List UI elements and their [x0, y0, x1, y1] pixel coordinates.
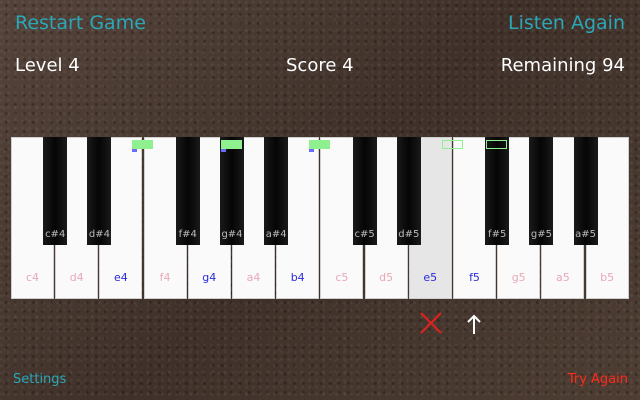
black-key-asharp5[interactable]: a#5 — [573, 137, 598, 245]
black-key-gsharp4[interactable]: g#4 — [220, 137, 244, 245]
key-label: b5 — [600, 271, 615, 284]
black-key-dsharp5[interactable]: d#5 — [396, 137, 421, 245]
key-label: a5 — [556, 271, 570, 284]
note-marker — [309, 140, 331, 149]
key-label: g4 — [202, 271, 217, 284]
key-label: e5 — [423, 271, 438, 284]
key-label: g#5 — [530, 229, 552, 240]
key-label: f4 — [159, 271, 171, 284]
level-label: Level 4 — [15, 55, 80, 76]
score-label: Score 4 — [286, 55, 354, 76]
remaining-label: Remaining 94 — [500, 55, 625, 76]
black-key-asharp4[interactable]: a#4 — [264, 137, 289, 245]
try-again-button[interactable]: Try Again — [568, 372, 628, 387]
key-label: d5 — [379, 271, 394, 284]
key-label: c5 — [335, 271, 349, 284]
black-key-dsharp4[interactable]: d#4 — [87, 137, 112, 245]
note-marker-dot — [220, 149, 226, 152]
key-label: g#4 — [221, 229, 243, 240]
key-label: e4 — [114, 271, 128, 284]
restart-game-button[interactable]: Restart Game — [15, 12, 146, 34]
black-key-csharp4[interactable]: c#4 — [43, 137, 68, 245]
up-arrow-icon — [467, 314, 481, 334]
key-label: c#4 — [45, 229, 66, 240]
key-label: a#5 — [575, 229, 597, 240]
key-label: f#4 — [178, 229, 197, 240]
key-label: a#4 — [265, 229, 287, 240]
listen-again-button[interactable]: Listen Again — [508, 12, 625, 34]
black-key-fsharp4[interactable]: f#4 — [175, 137, 200, 245]
black-key-csharp5[interactable]: c#5 — [352, 137, 377, 245]
note-marker-dot — [309, 149, 315, 152]
note-marker — [132, 140, 154, 149]
note-marker-dot — [132, 149, 138, 152]
settings-button[interactable]: Settings — [13, 372, 66, 387]
key-label: b4 — [290, 271, 305, 284]
key-label: d4 — [69, 271, 84, 284]
black-key-fsharp5[interactable]: f#5 — [485, 137, 510, 245]
note-marker — [441, 140, 463, 149]
key-label: d#5 — [398, 229, 420, 240]
key-label: a4 — [246, 271, 261, 284]
key-label: d#4 — [88, 229, 110, 240]
note-marker — [486, 140, 507, 149]
note-marker — [220, 140, 242, 149]
key-label: c#5 — [354, 229, 375, 240]
key-label: f5 — [469, 271, 480, 284]
key-label: f#5 — [488, 229, 507, 240]
piano-keyboard: c4 d4 e4 f4 g4 a4 b4 c5 d5 e5 f5 g5 a5 b5 c#4 d#4 f#4 g#4… — [11, 137, 630, 300]
black-key-gsharp5[interactable]: g#5 — [529, 137, 554, 245]
x-mark-icon — [420, 312, 442, 334]
key-label: g5 — [511, 271, 526, 284]
key-label: c4 — [25, 271, 40, 284]
